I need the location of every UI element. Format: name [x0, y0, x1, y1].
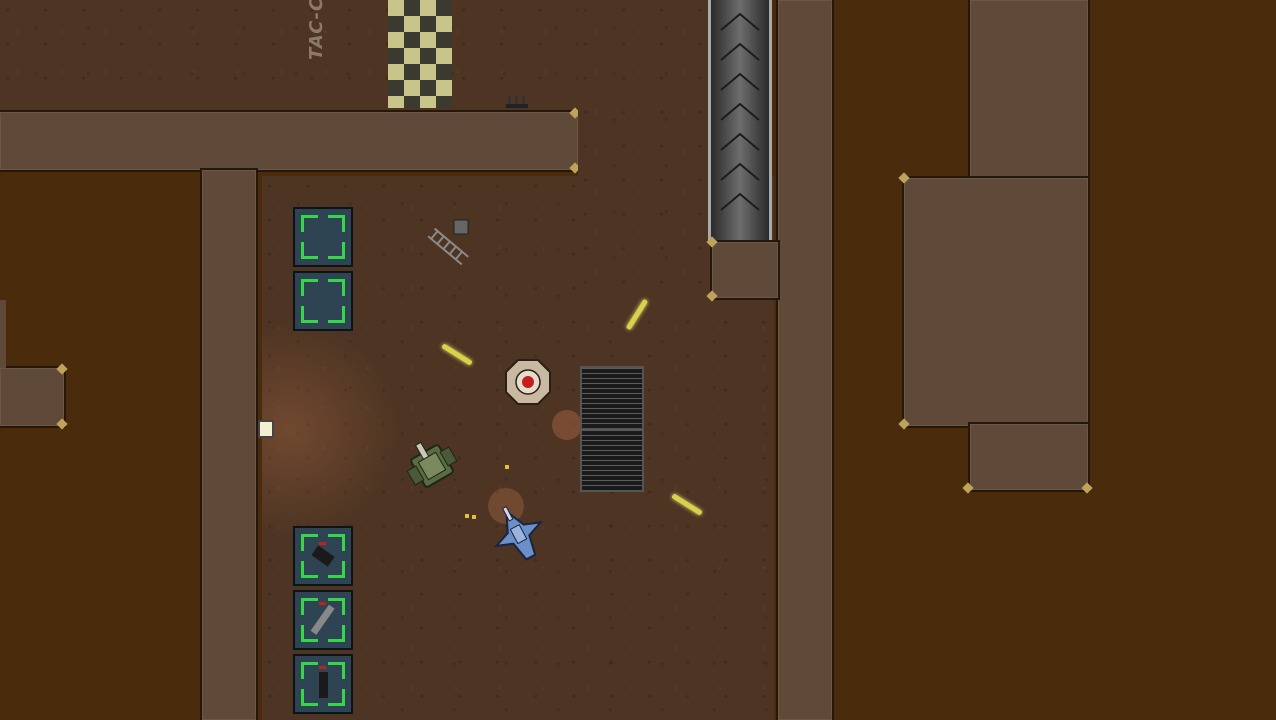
smoke-puff	[552, 410, 582, 440]
corridor-floor	[578, 0, 710, 300]
wall-corridor-right	[778, 0, 832, 720]
supply-crate-empty[interactable]	[293, 271, 353, 331]
wall-top-horizontal	[0, 112, 578, 170]
weapon-crate-3[interactable]	[293, 654, 353, 714]
weapon-crate-1[interactable]	[293, 526, 353, 586]
wall-corridor-ledge	[712, 242, 778, 298]
weapon-crate-2[interactable]	[293, 590, 353, 650]
spark	[472, 515, 476, 519]
left-room-void	[0, 172, 198, 720]
weapon-icon	[310, 602, 335, 635]
floor-vent	[580, 366, 644, 430]
wall-left-vertical	[202, 170, 256, 720]
blue-mech-icon[interactable]	[488, 504, 550, 566]
floor-vent	[580, 428, 644, 492]
wall-emitter-icon	[506, 92, 528, 108]
turret-icon[interactable]	[504, 358, 552, 406]
weapon-icon	[319, 666, 328, 698]
wall-right-lower	[970, 424, 1088, 490]
checkered-floor-marking	[388, 0, 452, 108]
light-glow	[262, 320, 402, 540]
left-room-edge	[0, 300, 6, 368]
spark	[465, 514, 469, 518]
wall-right-upper	[970, 0, 1088, 180]
floor-stencil: TAC-C	[306, 0, 327, 60]
green-mech-icon[interactable]	[402, 438, 462, 494]
game-viewport[interactable]: TAC-C	[0, 0, 1276, 720]
conveyor-ramp	[708, 0, 772, 240]
supply-crate-empty[interactable]	[293, 207, 353, 267]
wall-lamp-icon	[258, 420, 274, 438]
spark	[505, 465, 509, 469]
ladder-debris-icon	[420, 214, 480, 270]
weapon-icon	[311, 542, 335, 567]
wall-right-middle	[904, 178, 1088, 426]
wall-left-room-ledge	[0, 368, 64, 426]
